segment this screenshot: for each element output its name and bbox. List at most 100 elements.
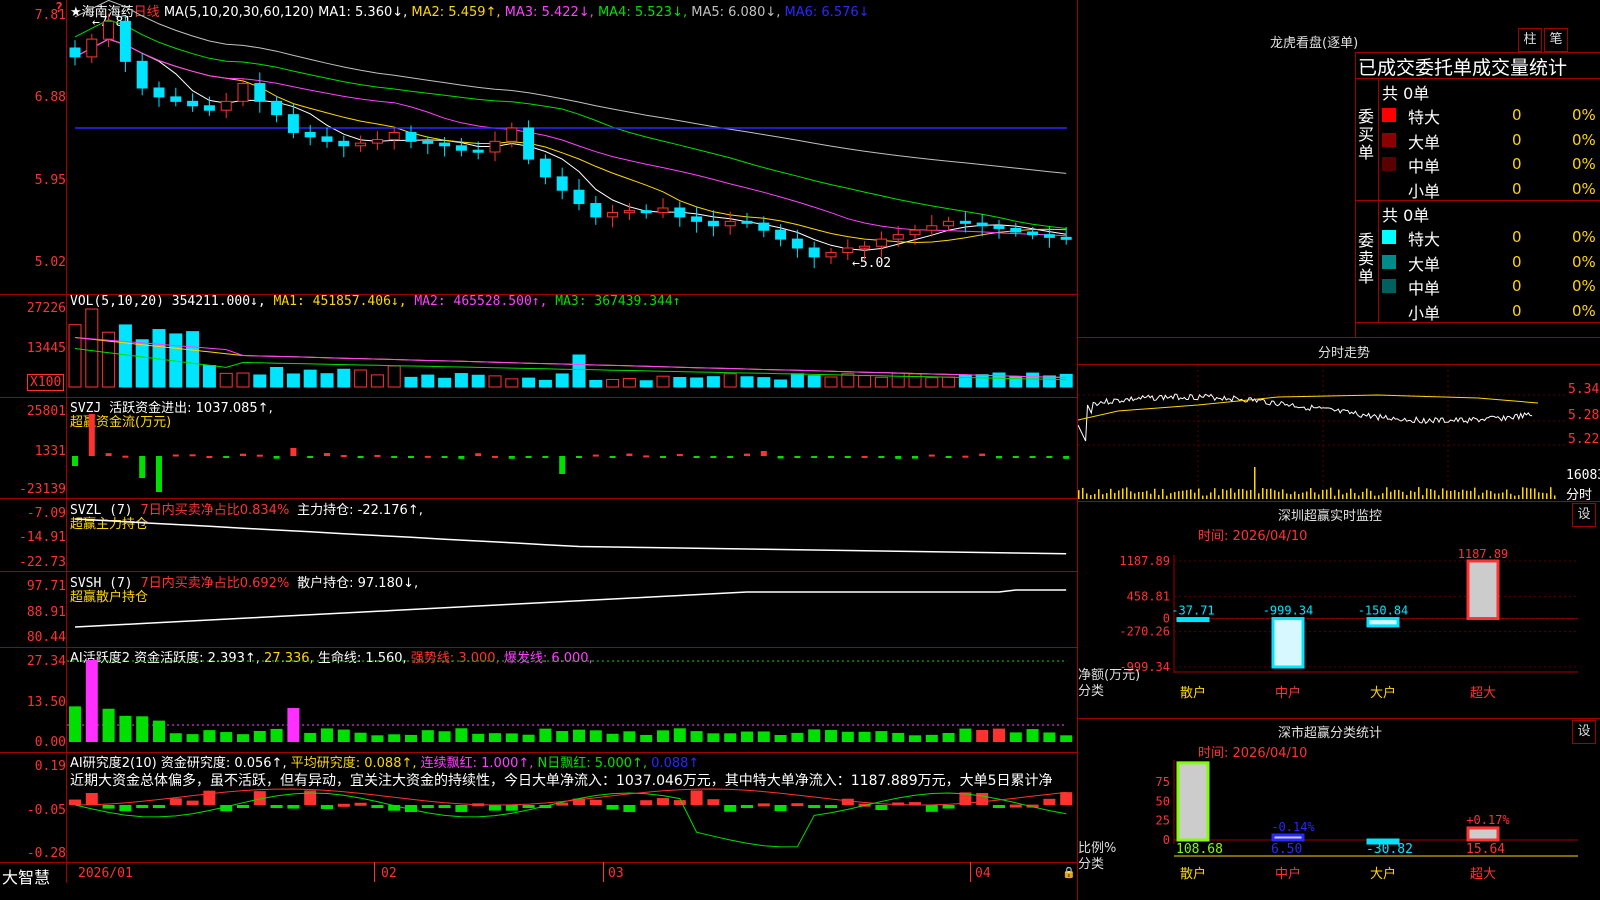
- divider: [1077, 501, 1600, 502]
- intraday-vol: [1442, 488, 1444, 499]
- intraday-vol: [1394, 489, 1396, 499]
- time-label: 时间: 2026/04/10: [1198, 746, 1308, 761]
- ma-line: [74, 0, 1067, 174]
- candle-body: [388, 131, 400, 141]
- main-holding-line: [74, 518, 1067, 555]
- activity-bar: [875, 731, 888, 742]
- activity-bar: [522, 734, 535, 742]
- intraday-vol: [1278, 491, 1280, 499]
- ratio-tick: 0: [1163, 833, 1170, 847]
- research-bar: [623, 805, 636, 812]
- research-bar: [673, 800, 686, 805]
- research-chart[interactable]: [67, 753, 1077, 862]
- activity-bar: [253, 730, 266, 742]
- candle-body: [707, 220, 719, 227]
- flow-bar: [727, 456, 734, 458]
- flow-bar: [1029, 456, 1036, 458]
- activity-bar: [539, 728, 552, 742]
- flow-bar: [576, 456, 582, 458]
- sell-row-name: 小单: [1408, 303, 1441, 323]
- activity-spike: [287, 708, 300, 742]
- research-bar: [589, 799, 602, 805]
- intraday-vol: [1162, 488, 1164, 499]
- sell-side-label: 委卖单: [1358, 231, 1375, 286]
- intraday-vol: [1482, 492, 1484, 499]
- avg-line: [1078, 394, 1539, 421]
- research-bar: [976, 792, 989, 805]
- unit-button[interactable]: X100: [27, 374, 65, 391]
- price-line: [1078, 393, 1533, 442]
- activity-bar: [136, 716, 149, 742]
- intraday-vol: [1134, 493, 1136, 499]
- research-bar: [237, 805, 249, 808]
- candlestick-chart[interactable]: [67, 0, 1077, 294]
- y-tick: 0.19: [34, 759, 66, 774]
- lock-icon[interactable]: 🔒: [1062, 866, 1076, 879]
- activity-bar: [169, 733, 182, 742]
- research-bar: [741, 805, 753, 808]
- intraday-vol: [1322, 489, 1324, 499]
- activity-bar: [1026, 729, 1039, 742]
- volume-bar: [522, 377, 536, 388]
- candle-body: [892, 234, 904, 240]
- tick-mode-button[interactable]: 笔: [1544, 28, 1568, 52]
- flow-bar: [72, 456, 78, 466]
- sell-row-count: 0: [1512, 252, 1522, 271]
- flow-bar: [458, 456, 465, 459]
- intraday-chart[interactable]: [1078, 365, 1568, 501]
- ratio-value: 15.64: [1466, 842, 1505, 857]
- intraday-vol: [1146, 490, 1148, 499]
- intraday-vol: [1090, 495, 1092, 499]
- flow-bar: [492, 455, 498, 458]
- flow-bar: [676, 454, 683, 457]
- intraday-vol: [1186, 490, 1188, 499]
- volume-bar: [824, 376, 838, 388]
- activity-bar: [405, 734, 417, 742]
- category-label: 中户: [1275, 685, 1301, 701]
- intraday-vol: [1226, 490, 1228, 499]
- main-holding-chart[interactable]: [67, 499, 1077, 571]
- settings-button[interactable]: 设: [1572, 503, 1596, 527]
- research-bar: [875, 805, 888, 810]
- research-bar: [438, 805, 451, 808]
- flow-bar: [475, 453, 482, 456]
- net-bar: [1366, 617, 1400, 628]
- intraday-vol: [1266, 489, 1268, 499]
- ratio-chart[interactable]: 75 50 25 0 108.68 散户 -0.14% 6.50 中户 -30.82 大户 +0.17…: [1078, 760, 1600, 900]
- intraday-vol: [1522, 487, 1524, 499]
- flow-bar: [760, 451, 767, 456]
- settings-button[interactable]: 设: [1572, 720, 1596, 744]
- date-tick: 2026/01: [78, 866, 133, 881]
- volume-bar: [1059, 373, 1073, 388]
- research-bar: [724, 805, 737, 812]
- research-bar: [169, 798, 182, 805]
- volume-chart[interactable]: [67, 295, 1077, 397]
- activity-chart[interactable]: [67, 648, 1077, 752]
- candle-body: [86, 38, 98, 58]
- research-bar: [942, 805, 955, 809]
- intraday-vol: [1362, 491, 1364, 499]
- activity-bar: [993, 728, 1005, 742]
- brand-logo[interactable]: 大智慧: [2, 864, 50, 888]
- intraday-vol: [1218, 495, 1220, 499]
- buy-row-name: 特大: [1408, 108, 1441, 127]
- activity-bar: [304, 732, 317, 742]
- bar-mode-button[interactable]: 柱: [1518, 28, 1542, 52]
- research-bar: [707, 799, 720, 805]
- net-amount-chart[interactable]: 1187.89458.810-270.26-999.34-37.71散户-999…: [1078, 545, 1600, 715]
- candle-body: [69, 47, 81, 58]
- volume-bar: [404, 376, 418, 388]
- intraday-vol: [1534, 488, 1536, 499]
- intraday-vol: [1374, 495, 1376, 499]
- intraday-vol: [1498, 493, 1500, 499]
- volume-bar: [656, 375, 670, 388]
- intraday-vol: [1274, 490, 1276, 499]
- intraday-vol: [1126, 487, 1128, 499]
- retail-holding-chart[interactable]: [67, 572, 1077, 647]
- category-title: 分类: [1078, 684, 1104, 699]
- fenshi-tick: 5.22: [1568, 432, 1600, 447]
- candle-body: [439, 142, 451, 147]
- activity-bar: [220, 732, 233, 742]
- activity-bar: [909, 735, 921, 742]
- capital-flow-chart[interactable]: [67, 398, 1077, 498]
